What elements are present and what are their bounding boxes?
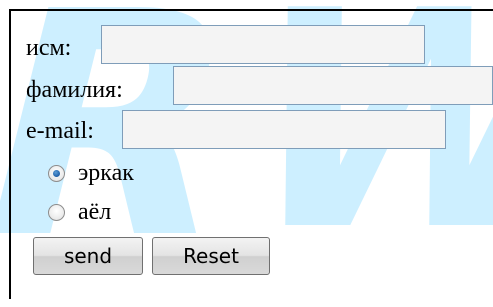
- radio-female[interactable]: [48, 204, 65, 221]
- send-button[interactable]: send: [33, 237, 143, 275]
- first-name-input[interactable]: [101, 25, 425, 64]
- last-name-label: фамилия:: [26, 77, 123, 103]
- email-input[interactable]: [122, 110, 446, 149]
- last-name-input[interactable]: [173, 66, 493, 105]
- first-name-label: исм:: [26, 35, 72, 61]
- radio-selected-dot: [53, 170, 60, 177]
- radio-male-label: эркак: [78, 160, 134, 186]
- email-label: e-mail:: [26, 118, 94, 144]
- page: R W исм: фамилия: e-mail: эркак аёл send…: [0, 0, 493, 307]
- radio-female-label: аёл: [78, 199, 112, 225]
- radio-male[interactable]: [48, 165, 65, 182]
- reset-button[interactable]: Reset: [152, 237, 270, 275]
